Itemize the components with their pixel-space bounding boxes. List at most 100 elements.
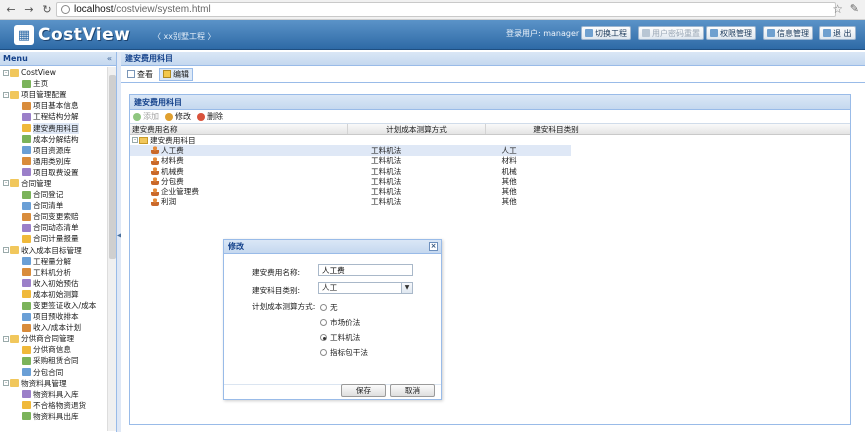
collapse-toggle-icon[interactable]: -	[3, 335, 9, 342]
name-input[interactable]	[318, 264, 413, 276]
collapse-toggle-icon[interactable]: -	[3, 180, 9, 187]
sidebar-item-label: 物资料具入库	[33, 389, 79, 399]
method-radio-index[interactable]: 指标包干法	[320, 347, 368, 358]
sidebar-item-label: 主页	[33, 79, 49, 89]
sidebar-item[interactable]: 成本分解结构	[0, 134, 116, 145]
table-row[interactable]: 企业管理费 工料机法 其他	[130, 186, 571, 196]
method-radio-labor-material[interactable]: 工料机法	[320, 332, 360, 343]
close-icon[interactable]: ×	[429, 242, 438, 251]
collapse-icon[interactable]: «	[107, 52, 112, 65]
bookmark-star-icon[interactable]: ☆	[832, 2, 843, 16]
collapse-toggle-icon[interactable]: -	[132, 137, 138, 144]
logout-button[interactable]: 退 出	[819, 26, 856, 40]
column-header-name[interactable]: 建安费用名称	[130, 124, 348, 134]
category-select[interactable]: 人工 ▼	[318, 282, 413, 294]
sidebar-item[interactable]: 收入初始预估	[0, 278, 116, 289]
page-icon	[22, 290, 31, 299]
wrench-icon[interactable]: ✎	[850, 2, 859, 15]
dialog-title-text: 修改	[228, 242, 244, 251]
sidebar-item[interactable]: 不合格物资退货	[0, 400, 116, 411]
radio-icon[interactable]	[320, 304, 327, 311]
add-button[interactable]: 添加	[133, 111, 159, 122]
radio-checked-icon[interactable]	[320, 334, 327, 341]
sidebar-item[interactable]: 项目预收排本	[0, 311, 116, 322]
edit-button[interactable]: 修改	[165, 111, 191, 122]
sidebar-item[interactable]: 合同计量报量	[0, 233, 116, 244]
sidebar-item[interactable]: 合同清单	[0, 200, 116, 211]
table-row[interactable]: 利润 工料机法 其他	[130, 197, 571, 207]
sidebar-item[interactable]: 合同登记	[0, 189, 116, 200]
sidebar-item[interactable]: - 收入成本目标管理	[0, 245, 116, 256]
sidebar-item[interactable]: 项目基本信息	[0, 100, 116, 111]
sidebar-item[interactable]: 项目取费设置	[0, 167, 116, 178]
add-label: 添加	[143, 112, 159, 121]
permission-button[interactable]: 权限管理	[706, 26, 756, 40]
method-radio-market[interactable]: 市场价法	[320, 317, 360, 328]
reload-icon[interactable]: ↻	[40, 3, 54, 17]
delete-button[interactable]: 删除	[197, 111, 223, 122]
sidebar-item[interactable]: 主页	[0, 78, 116, 89]
person-icon	[151, 156, 159, 165]
switch-project-button[interactable]: 切换工程	[581, 26, 631, 40]
sidebar-item[interactable]: 项目资源库	[0, 145, 116, 156]
permission-label: 权限管理	[720, 28, 752, 38]
radio-icon[interactable]	[320, 349, 327, 356]
table-row[interactable]: 人工费 工料机法 人工	[130, 145, 571, 156]
chevron-down-icon[interactable]: ▼	[401, 283, 412, 293]
collapse-toggle-icon[interactable]: -	[3, 91, 9, 98]
table-row[interactable]: 分包费 工料机法 其他	[130, 176, 571, 186]
logo-text: CostView	[38, 25, 131, 45]
sidebar-item[interactable]: 收入/成本计划	[0, 322, 116, 333]
column-header-method[interactable]: 计划成本测算方式	[348, 124, 486, 134]
sidebar-item[interactable]: 合同变更索赔	[0, 211, 116, 222]
collapse-toggle-icon[interactable]: -	[3, 247, 9, 254]
sidebar-item-label: 变更签证收入/成本	[33, 301, 97, 311]
sidebar-item[interactable]: 变更签证收入/成本	[0, 300, 116, 311]
sidebar-item[interactable]: - 分供商合同管理	[0, 333, 116, 344]
method-radio-none[interactable]: 无	[320, 302, 338, 313]
address-bar[interactable]: localhost/costview/system.html	[56, 2, 836, 17]
sidebar-item[interactable]: 工程量分解	[0, 256, 116, 267]
page-icon	[22, 323, 31, 332]
sidebar-item[interactable]: 工料机分析	[0, 267, 116, 278]
sidebar-item[interactable]: 分供商信息	[0, 344, 116, 355]
forward-arrow-icon[interactable]: →	[22, 3, 36, 17]
sidebar-item-label: CostView	[21, 68, 56, 78]
sidebar-item[interactable]: - CostView	[0, 67, 116, 78]
sidebar-item[interactable]: 分包合同	[0, 367, 116, 378]
lock-icon	[710, 29, 718, 37]
sidebar-item[interactable]: - 物资料具管理	[0, 378, 116, 389]
back-arrow-icon[interactable]: ←	[4, 3, 18, 17]
info-button[interactable]: 信息管理	[763, 26, 813, 40]
column-header-category[interactable]: 建安科目类别	[486, 124, 626, 134]
sidebar-item[interactable]: 物资料具出库	[0, 411, 116, 422]
cell-category: 其他	[501, 197, 517, 207]
save-button[interactable]: 保存	[341, 384, 386, 397]
tab-edit[interactable]: 编辑	[159, 67, 193, 81]
radio-icon[interactable]	[320, 319, 327, 326]
sidebar-scrollbar[interactable]	[107, 67, 116, 431]
sidebar-item[interactable]: 合同动态清单	[0, 222, 116, 233]
sidebar-item[interactable]: 物资料具入库	[0, 389, 116, 400]
sidebar-item[interactable]: - 项目管理配置	[0, 89, 116, 100]
sidebar-item[interactable]: 工程结构分解	[0, 111, 116, 122]
table-row[interactable]: 材料费 工料机法 材料	[130, 156, 571, 166]
sidebar-item[interactable]: 成本初始测算	[0, 289, 116, 300]
tab-view[interactable]: 查看	[123, 68, 157, 81]
cancel-button[interactable]: 取消	[390, 384, 435, 397]
sidebar-item[interactable]: 建安费用科目	[0, 122, 116, 134]
page-icon	[22, 168, 31, 177]
collapse-toggle-icon[interactable]: -	[3, 380, 9, 387]
scrollbar-thumb[interactable]	[109, 75, 116, 259]
delete-icon	[197, 112, 205, 121]
page-icon	[22, 301, 31, 310]
collapse-toggle-icon[interactable]: -	[3, 69, 9, 76]
sidebar-item[interactable]: 通用类别库	[0, 156, 116, 167]
globe-icon	[61, 5, 70, 14]
table-row[interactable]: 机械费 工料机法 机械	[130, 166, 571, 176]
reset-password-button[interactable]: 用户密码重置	[638, 26, 704, 40]
sidebar-item[interactable]: 采购租赁合同	[0, 355, 116, 366]
tree-root-row[interactable]: - 建安费用科目	[130, 135, 850, 145]
sidebar-item[interactable]: - 合同管理	[0, 178, 116, 189]
info-icon	[767, 29, 775, 37]
